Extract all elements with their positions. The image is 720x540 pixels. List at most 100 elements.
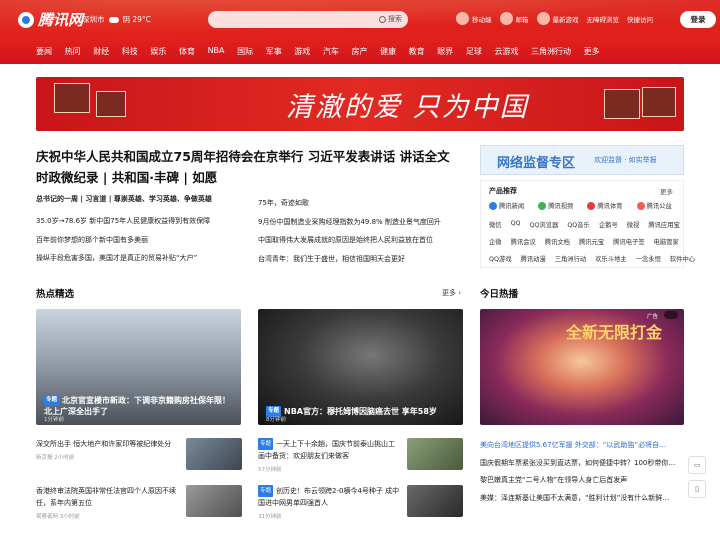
product-link[interactable]: 软件中心: [670, 254, 695, 263]
products-more-link[interactable]: 更多: [660, 186, 673, 196]
nav-item[interactable]: 教育: [409, 46, 425, 57]
news-item[interactable]: 75年，奇迹如歌: [258, 194, 478, 213]
site-logo[interactable]: 腾讯网: [18, 9, 83, 30]
weather-widget[interactable]: 深圳市 阴 29°C: [82, 14, 151, 25]
main-nav: 要闻 热问 财经 科技 娱乐 体育 NBA 国际 军事 游戏 汽车 房产 健康 …: [36, 46, 612, 57]
news-thumbnail[interactable]: [407, 438, 463, 470]
hot-today-list: 美向台湾地区提供5.67亿军援 外交部：“以武助独”必将自… 国庆假期车票紧张没…: [480, 437, 684, 508]
news-item[interactable]: 深交所出手 恒大地产和许家印等被纪律处分 新京报 2小时前: [36, 438, 176, 464]
product-link[interactable]: 腾讯电子签: [613, 237, 644, 246]
nav-item[interactable]: 热问: [65, 46, 81, 57]
product-link[interactable]: QQ游戏: [489, 254, 512, 263]
supervision-promo[interactable]: 网络监督专区 欢迎监督 · 如实举报: [480, 145, 684, 175]
login-button[interactable]: 登录: [680, 11, 716, 28]
accessibility-link[interactable]: 无障碍浏览: [587, 14, 620, 24]
nav-item[interactable]: 军事: [266, 46, 282, 57]
product-link[interactable]: QQ: [511, 220, 521, 229]
topic-tag: 专题: [44, 395, 60, 406]
subhead-links[interactable]: 总书记的一周 | 习言道 | 尊崇英雄、学习英雄、争做英雄: [36, 194, 212, 204]
search-input[interactable]: [216, 13, 366, 26]
product-link[interactable]: 企微: [489, 237, 502, 246]
quick-access-link[interactable]: 快捷访问: [627, 14, 653, 24]
product-link[interactable]: 微视: [627, 220, 640, 229]
news-item[interactable]: 台湾青年：我们生于盛世，相信祖国明天会更好: [258, 250, 478, 269]
nav-item[interactable]: 娱乐: [150, 46, 166, 57]
product-link[interactable]: 微信: [489, 220, 502, 229]
product-link[interactable]: 腾讯会议: [511, 237, 536, 246]
headline-news[interactable]: 庆祝中华人民共和国成立75周年招待会在京举行 习近平发表讲话 讲话全文 时政微纪…: [36, 146, 456, 188]
hot-select-more-link[interactable]: 更多 ›: [442, 288, 461, 298]
featured-card[interactable]: 专题 北京官宣楼市新政：下调非京籍购房社保年限！北上广深全出手了 1分钟前: [36, 309, 241, 425]
news-list-left: 35.0岁→78.6岁 新中国75年人民健康权益得到有效保障 百年前你梦想的那个…: [36, 212, 256, 268]
topic-tag: 专题: [258, 485, 274, 497]
nav-item[interactable]: 科技: [122, 46, 138, 57]
product-link[interactable]: 企鹅号: [599, 220, 618, 229]
nav-item[interactable]: 足球: [466, 46, 482, 57]
product-link[interactable]: 欢乐斗地主: [595, 254, 626, 263]
hot-item[interactable]: 美向台湾地区提供5.67亿军援 外交部：“以武助独”必将自…: [480, 437, 684, 455]
weather-label: 阴 29°C: [122, 15, 151, 24]
nav-item[interactable]: 云游戏: [494, 46, 518, 57]
search-box: 搜索: [208, 11, 408, 28]
news-item[interactable]: 百年前你梦想的那个新中国有多美丽: [36, 231, 256, 250]
feedback-icon[interactable]: ▭: [688, 456, 706, 474]
product-link[interactable]: QQ浏览器: [530, 220, 559, 229]
product-link[interactable]: 腾讯动漫: [521, 254, 546, 263]
product-link[interactable]: 腾讯视频: [538, 201, 573, 210]
search-button[interactable]: 搜索: [379, 14, 402, 24]
product-link[interactable]: 腾讯元宝: [579, 237, 604, 246]
news-thumbnail[interactable]: [407, 485, 463, 517]
news-item[interactable]: 9月份中国制造业采购经理指数为49.8% 制造业景气度回升: [258, 213, 478, 232]
product-link[interactable]: 腾讯公益: [636, 201, 672, 210]
news-app-icon: [489, 201, 497, 210]
hot-item[interactable]: 黎巴嫩真主党“二号人物”在领导人身亡后首发声: [480, 472, 684, 490]
mobile-icon[interactable]: ▯: [688, 480, 706, 498]
nav-item[interactable]: 汽车: [323, 46, 339, 57]
product-link[interactable]: 腾讯文档: [545, 237, 570, 246]
card-meta: 1分钟前: [44, 417, 64, 423]
product-link[interactable]: 一念永恒: [636, 254, 661, 263]
search-icon: [379, 15, 386, 23]
hot-item[interactable]: 国庆假期车票紧张没买到直达票，如何便捷中转？100秒带你…: [480, 455, 684, 473]
news-item[interactable]: 专题 一天上下十余趟，国庆节前泰山挑山工画中备货：欢迎朋友们来做客 57分钟前: [258, 438, 400, 476]
nav-item[interactable]: 国际: [237, 46, 253, 57]
news-title: 香港终审法院英国非常任法官四个人原因不续任，系年内第五位: [36, 487, 176, 507]
nav-item[interactable]: 健康: [380, 46, 396, 57]
game-ad[interactable]: 全新无限打金 广告: [480, 309, 684, 425]
logo-text: 腾讯网: [38, 11, 84, 29]
news-thumbnail[interactable]: [186, 485, 242, 517]
news-item[interactable]: 专题 创历史！布云领跨2-0横今4号种子 成中国进中网男单四强首人 31分钟前: [258, 485, 400, 523]
nav-item[interactable]: 要闻: [36, 46, 52, 57]
nav-item[interactable]: 房产: [351, 46, 367, 57]
product-link[interactable]: 腾讯应用宝: [648, 220, 679, 229]
news-item[interactable]: 中国取得伟大发展成就的原因是始终把人民利益放在首位: [258, 231, 478, 250]
mobile-link[interactable]: 移动端: [456, 12, 492, 25]
product-link[interactable]: QQ音乐: [567, 220, 590, 229]
news-item[interactable]: 35.0岁→78.6岁 新中国75年人民健康权益得到有效保障: [36, 212, 256, 231]
promo-banner[interactable]: 清澈的爱 只为中国: [36, 77, 684, 131]
product-link[interactable]: 腾讯体育: [587, 201, 623, 210]
news-item[interactable]: 香港终审法院英国非常任法官四个人原因不续任，系年内第五位 观察者网 3小时前: [36, 485, 178, 523]
nav-item-more[interactable]: 更多: [584, 46, 600, 57]
news-item[interactable]: 操纵手段危害多国，美国才是真正的贸易补贴“大户”: [36, 249, 256, 268]
games-link[interactable]: 最新游戏: [536, 12, 579, 25]
featured-card[interactable]: 专题 NBA官方：穆托姆博因脑癌去世 享年58岁 8分钟前: [258, 309, 463, 425]
nav-item[interactable]: NBA: [208, 46, 225, 57]
nav-item[interactable]: 三角洲行动: [531, 46, 571, 57]
product-link[interactable]: 腾讯新闻: [489, 201, 524, 210]
product-link[interactable]: 电脑管家: [654, 237, 679, 246]
mail-icon: [499, 12, 513, 25]
nav-item[interactable]: 体育: [179, 46, 195, 57]
nav-item[interactable]: 游戏: [294, 46, 310, 57]
news-thumbnail[interactable]: [186, 438, 242, 470]
product-row: 腾讯新闻 腾讯视频 腾讯体育 腾讯公益: [489, 201, 672, 210]
nav-item[interactable]: 财经: [93, 46, 109, 57]
nav-item[interactable]: 眼界: [437, 46, 453, 57]
mail-link[interactable]: 邮箱: [499, 12, 529, 25]
product-link[interactable]: 三角洲行动: [555, 254, 586, 263]
cloud-icon: [108, 16, 119, 23]
mobile-icon: [456, 12, 469, 25]
hot-item[interactable]: 美媒：泽连斯基让美国不太满意，“胜利计划”没有什么新鲜…: [480, 490, 684, 508]
card-title: NBA官方：穆托姆博因脑癌去世 享年58岁: [284, 407, 437, 416]
close-ad-icon[interactable]: [664, 311, 678, 319]
